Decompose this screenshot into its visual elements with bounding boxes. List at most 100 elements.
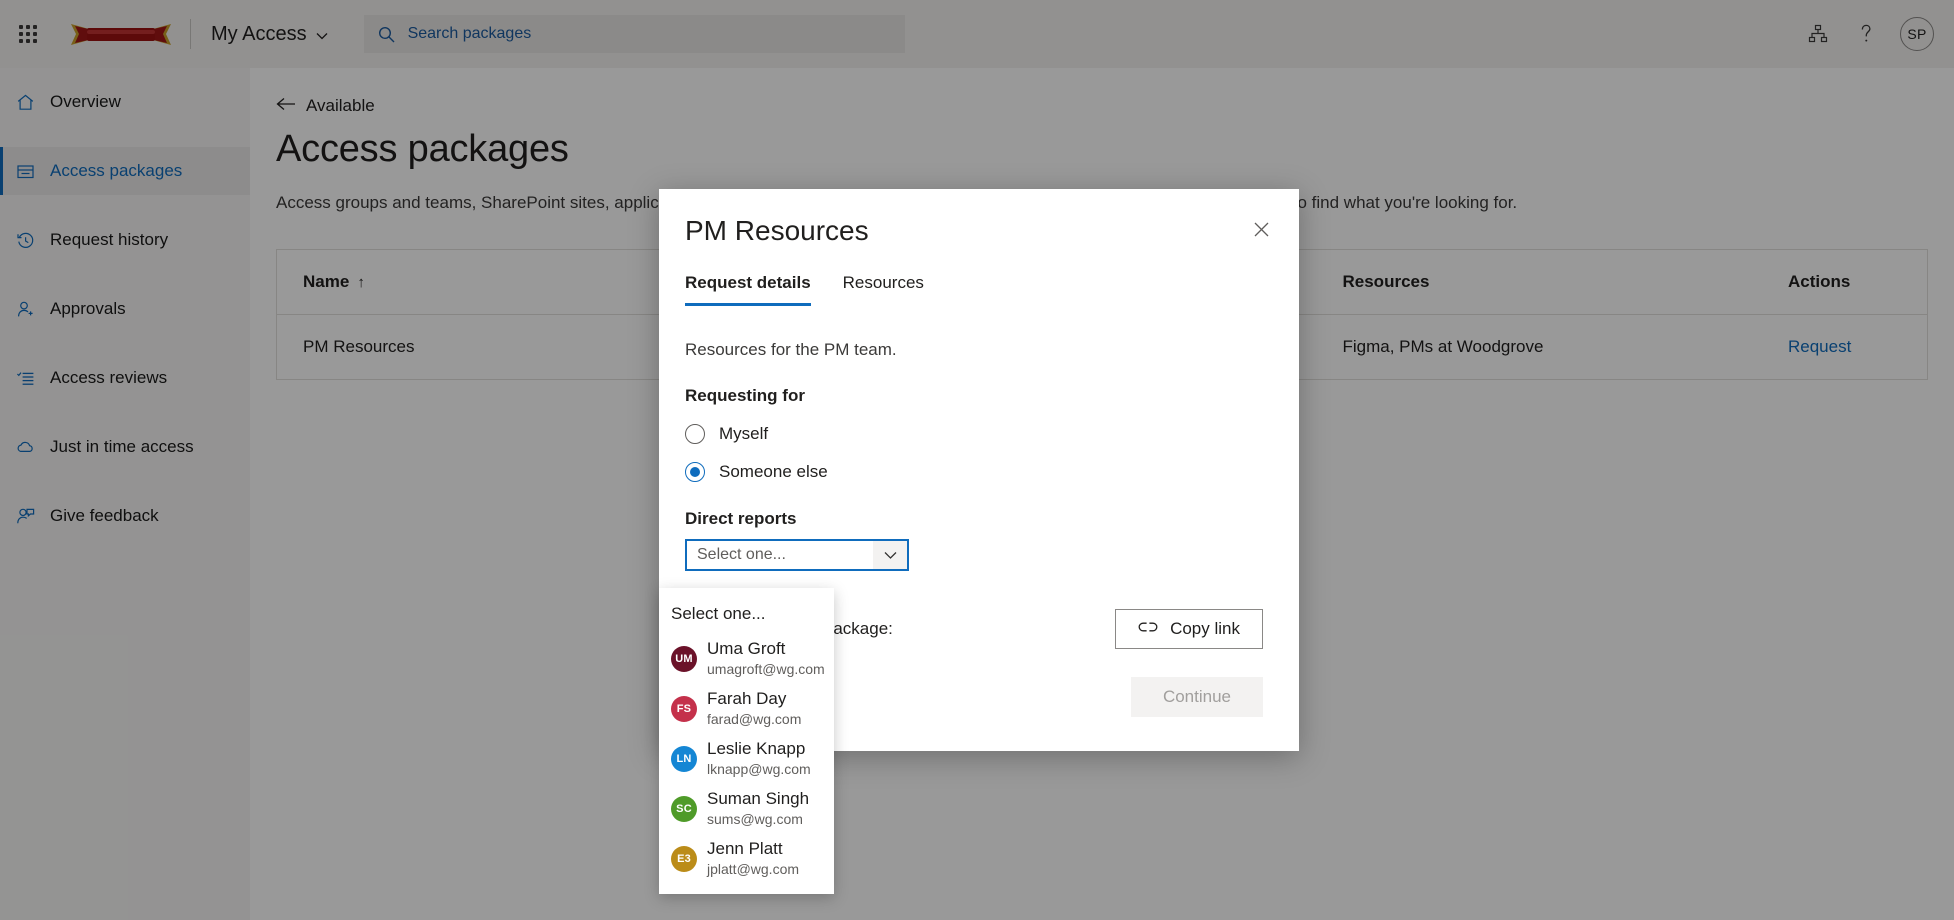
breadcrumb-back-available[interactable]: Available	[276, 96, 375, 116]
dialog-tabs: Request details Resources	[685, 273, 1269, 306]
person-add-icon	[16, 300, 38, 319]
search-packages-box[interactable]	[364, 15, 905, 53]
dropdown-option-jenn-platt[interactable]: E3 Jenn Platt jplatt@wg.com	[659, 834, 834, 884]
tab-label: Request details	[685, 273, 811, 292]
requesting-for-label: Requesting for	[685, 386, 1269, 406]
page-title: Access packages	[276, 128, 1954, 171]
radio-button-checked-icon	[685, 462, 705, 482]
radio-label: Someone else	[719, 462, 828, 482]
option-email: sums@wg.com	[707, 811, 803, 827]
dropdown-option-suman-singh[interactable]: SC Suman Singh sums@wg.com	[659, 784, 834, 834]
column-header-resources[interactable]: Resources	[1317, 250, 1763, 315]
radio-button-unchecked-icon	[685, 424, 705, 444]
column-header-actions: Actions	[1762, 250, 1927, 315]
direct-reports-selected-value: Select one...	[687, 546, 873, 564]
cloud-icon	[16, 438, 38, 457]
avatar: E3	[671, 846, 697, 872]
app-launcher-button[interactable]	[0, 0, 56, 68]
option-email: farad@wg.com	[707, 711, 801, 727]
sidebar-label: Access packages	[50, 161, 182, 181]
option-name: Farah Day	[707, 689, 786, 708]
option-text: Jenn Platt jplatt@wg.com	[707, 838, 799, 880]
search-icon	[378, 26, 395, 43]
column-header-label: Resources	[1343, 272, 1430, 291]
help-icon[interactable]	[1846, 14, 1886, 54]
sidebar-label: Give feedback	[50, 506, 159, 526]
dropdown-option-farah-day[interactable]: FS Farah Day farad@wg.com	[659, 684, 834, 734]
my-access-app: My Access	[0, 0, 1954, 920]
home-icon	[16, 93, 38, 112]
close-icon[interactable]	[1245, 213, 1277, 245]
continue-button[interactable]: Continue	[1131, 677, 1263, 717]
avatar: UM	[671, 646, 697, 672]
option-text: Uma Groft umagroft@wg.com	[707, 638, 825, 680]
copy-link-label: Copy link	[1170, 619, 1240, 639]
copy-link-button[interactable]: Copy link	[1115, 609, 1263, 649]
link-icon	[1138, 619, 1158, 639]
radio-myself[interactable]: Myself	[685, 424, 1269, 444]
history-icon	[16, 231, 38, 250]
cell-action: Request	[1762, 315, 1927, 380]
sidebar-item-just-in-time-access[interactable]: Just in time access	[0, 423, 250, 471]
chevron-down-icon	[316, 29, 328, 42]
woodgrove-ribbon-icon	[69, 21, 173, 47]
sidebar-item-request-history[interactable]: Request history	[0, 216, 250, 264]
option-text: Farah Day farad@wg.com	[707, 688, 801, 730]
direct-reports-select[interactable]: Select one...	[685, 539, 909, 571]
option-name: Uma Groft	[707, 639, 785, 658]
topbar-actions: SP	[1798, 14, 1954, 54]
waffle-icon	[19, 25, 37, 43]
sidebar-item-approvals[interactable]: Approvals	[0, 285, 250, 333]
direct-reports-dropdown: Select one... UM Uma Groft umagroft@wg.c…	[659, 588, 834, 894]
option-email: lknapp@wg.com	[707, 761, 811, 777]
sidebar-item-give-feedback[interactable]: Give feedback	[0, 492, 250, 540]
chevron-down-icon[interactable]	[873, 541, 907, 569]
org-chart-icon[interactable]	[1798, 14, 1838, 54]
radio-someone-else[interactable]: Someone else	[685, 462, 1269, 482]
brand-logo[interactable]	[62, 12, 180, 56]
sidebar-item-access-packages[interactable]: Access packages	[0, 147, 250, 195]
dropdown-option-placeholder[interactable]: Select one...	[659, 596, 834, 634]
column-header-label: Actions	[1788, 272, 1850, 291]
product-name-label: My Access	[211, 23, 307, 46]
option-text: Suman Singh sums@wg.com	[707, 788, 809, 830]
option-name: Suman Singh	[707, 789, 809, 808]
product-name-menu[interactable]: My Access	[207, 17, 332, 52]
search-input[interactable]	[408, 25, 891, 43]
user-avatar[interactable]: SP	[1900, 17, 1934, 51]
left-navigation-sidebar: Overview Access packages Request his	[0, 68, 250, 920]
tab-label: Resources	[843, 273, 924, 292]
sidebar-label: Access reviews	[50, 368, 167, 388]
tab-resources[interactable]: Resources	[843, 273, 924, 306]
column-header-label: Name	[303, 272, 349, 291]
option-name: Jenn Platt	[707, 839, 783, 858]
dialog-description: Resources for the PM team.	[685, 340, 1269, 360]
cell-resources: Figma, PMs at Woodgrove	[1317, 315, 1763, 380]
header-divider	[190, 19, 191, 49]
sidebar-item-overview[interactable]: Overview	[0, 78, 250, 126]
dropdown-option-uma-groft[interactable]: UM Uma Groft umagroft@wg.com	[659, 634, 834, 684]
dropdown-option-leslie-knapp[interactable]: LN Leslie Knapp lknapp@wg.com	[659, 734, 834, 784]
option-name: Leslie Knapp	[707, 739, 805, 758]
sidebar-label: Approvals	[50, 299, 126, 319]
dialog-title: PM Resources	[685, 215, 1269, 247]
request-link[interactable]: Request	[1788, 337, 1851, 356]
breadcrumb-label: Available	[306, 96, 375, 116]
direct-reports-label: Direct reports	[685, 509, 1269, 529]
avatar: LN	[671, 746, 697, 772]
checklist-icon	[16, 369, 38, 388]
arrow-left-icon	[276, 96, 296, 116]
feedback-icon	[16, 507, 38, 526]
sidebar-label: Request history	[50, 230, 168, 250]
tab-request-details[interactable]: Request details	[685, 273, 811, 306]
package-icon	[16, 162, 38, 181]
sidebar-item-access-reviews[interactable]: Access reviews	[0, 354, 250, 402]
user-avatar-initials: SP	[1907, 26, 1926, 42]
sidebar-label: Overview	[50, 92, 121, 112]
radio-label: Myself	[719, 424, 768, 444]
option-email: umagroft@wg.com	[707, 661, 825, 677]
sidebar-label: Just in time access	[50, 437, 194, 457]
avatar: SC	[671, 796, 697, 822]
option-email: jplatt@wg.com	[707, 861, 799, 877]
avatar: FS	[671, 696, 697, 722]
